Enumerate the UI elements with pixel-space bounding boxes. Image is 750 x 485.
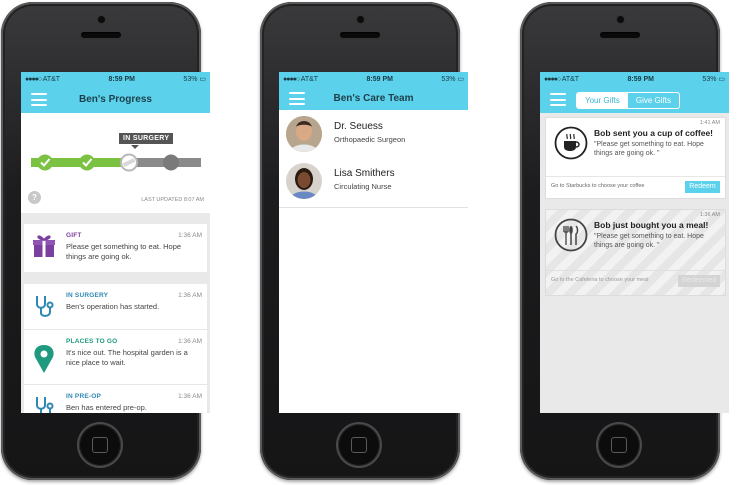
update-label: GIFT <box>66 232 82 239</box>
nurse-photo <box>286 163 322 199</box>
progress-step <box>163 154 179 171</box>
gift-message: "Please get something to eat. Hope thing… <box>594 233 704 249</box>
redeemed-button: Redeemed <box>678 275 720 287</box>
update-message: Ben's operation has started. <box>66 302 160 311</box>
battery-level: 53% ▭ <box>183 76 206 83</box>
front-camera <box>357 16 364 23</box>
gift-message: "Please get something to eat. Hope thing… <box>594 141 704 157</box>
update-message: Please get something to eat. Hope things… <box>66 242 182 261</box>
update-time: 1:36 AM <box>178 338 202 345</box>
phone-care-team: ●●●●○ AT&T 8:59 PM 53% ▭ Ben's Care Team… <box>260 2 468 480</box>
phone-gifts: ●●●●○ AT&T 8:59 PM 53% ▭ Your Gifts Give… <box>520 2 729 480</box>
gift-time: 1:41 AM <box>699 120 720 126</box>
last-updated: LAST UPDATED 8:07 AM <box>141 197 204 203</box>
home-button[interactable] <box>338 424 380 466</box>
help-icon[interactable]: ? <box>28 191 41 204</box>
front-camera <box>617 16 624 23</box>
update-label: IN PRE-OP <box>66 393 102 400</box>
status-bar: ●●●●○ AT&T 8:59 PM 53% ▭ <box>21 72 210 86</box>
member-name: Lisa Smithers <box>334 168 395 179</box>
team-member[interactable]: Dr. Seuess Orthopaedic Surgeon <box>279 110 468 161</box>
clock: 8:59 PM <box>627 75 654 83</box>
stage-label: IN SURGERY <box>119 133 174 144</box>
update-label: PLACES TO GO <box>66 338 118 345</box>
earpiece-speaker <box>600 32 640 38</box>
nav-bar: Your Gifts Give Gifts <box>540 86 729 113</box>
update-in-pre-op[interactable]: IN PRE-OP 1:36 AM Ben has entered pre-op… <box>24 385 207 413</box>
member-role: Circulating Nurse <box>334 182 392 191</box>
divider <box>546 176 725 177</box>
front-camera <box>98 16 105 23</box>
update-time: 1:36 AM <box>178 292 202 299</box>
member-role: Orthopaedic Surgeon <box>334 135 406 144</box>
avatar <box>286 163 322 199</box>
update-in-surgery[interactable]: IN SURGERY 1:36 AM Ben's operation has s… <box>24 284 207 330</box>
progress-screen: ●●●●○ AT&T 8:59 PM 53% ▭ Ben's Progress … <box>21 72 210 413</box>
carrier-signal: ●●●●○ AT&T <box>544 75 580 83</box>
utensils-icon <box>554 218 588 252</box>
gift-title: Bob just bought you a meal! <box>594 220 709 230</box>
map-pin-icon <box>34 345 54 373</box>
carrier-signal: ●●●●○ AT&T <box>283 75 319 83</box>
gift-footer: Go to the Cafeteria to choose your meal <box>551 277 649 283</box>
redeem-button[interactable]: Redeem <box>685 181 720 193</box>
coffee-cup-icon <box>554 126 588 160</box>
tab-give-gifts[interactable]: Give Gifts <box>628 93 679 108</box>
clock: 8:59 PM <box>108 75 135 83</box>
update-places-to-go[interactable]: PLACES TO GO 1:36 AM It's nice out. The … <box>24 330 207 385</box>
gift-icon <box>33 235 55 257</box>
status-bar: ●●●●○ AT&T 8:59 PM 53% ▭ <box>279 72 468 86</box>
gift-card-meal[interactable]: 1:36 AM Bob just bought you a meal! "Ple… <box>545 209 726 296</box>
progress-step <box>37 154 53 171</box>
gift-title: Bob sent you a cup of coffee! <box>594 128 714 138</box>
team-member[interactable]: Lisa Smithers Circulating Nurse <box>279 157 468 208</box>
divider <box>546 270 725 271</box>
progress-tracker <box>31 153 201 172</box>
gift-footer: Go to Starbucks to choose your coffee <box>551 183 645 189</box>
gift-tabs: Your Gifts Give Gifts <box>576 92 680 109</box>
gift-card-coffee[interactable]: 1:41 AM Bob sent you a cup of coffee! "P… <box>545 117 726 199</box>
update-message: Ben has entered pre-op. <box>66 403 147 412</box>
gifts-screen: ●●●●○ AT&T 8:59 PM 53% ▭ Your Gifts Give… <box>540 72 729 413</box>
page-title: Ben's Care Team <box>333 92 414 104</box>
battery-level: 53% ▭ <box>441 76 464 83</box>
menu-icon[interactable] <box>31 93 47 106</box>
nav-bar: Ben's Progress <box>21 86 210 113</box>
earpiece-speaker <box>340 32 380 38</box>
care-team-screen: ●●●●○ AT&T 8:59 PM 53% ▭ Ben's Care Team… <box>279 72 468 413</box>
progress-step <box>79 154 95 171</box>
clock: 8:59 PM <box>366 75 393 83</box>
nav-bar: Ben's Care Team <box>279 86 468 110</box>
phone-progress: ●●●●○ AT&T 8:59 PM 53% ▭ Ben's Progress … <box>1 2 210 480</box>
member-name: Dr. Seuess <box>334 121 383 132</box>
update-message: It's nice out. The hospital garden is a … <box>66 348 188 367</box>
stethoscope-icon <box>36 296 54 317</box>
menu-icon[interactable] <box>289 92 305 105</box>
update-time: 1:36 AM <box>178 232 202 239</box>
update-label: IN SURGERY <box>66 292 109 299</box>
home-button[interactable] <box>79 424 121 466</box>
avatar <box>286 116 322 152</box>
doctor-photo <box>286 116 322 152</box>
home-button[interactable] <box>598 424 640 466</box>
earpiece-speaker <box>81 32 121 38</box>
menu-icon[interactable] <box>550 93 566 106</box>
tab-your-gifts[interactable]: Your Gifts <box>577 93 628 108</box>
carrier-signal: ●●●●○ AT&T <box>25 75 61 83</box>
battery-level: 53% ▭ <box>702 76 725 83</box>
stethoscope-icon <box>36 397 54 413</box>
update-time: 1:36 AM <box>178 393 202 400</box>
progress-card: IN SURGERY ? LAST UPDATED 8:07 AM <box>21 113 210 213</box>
gift-time: 1:36 AM <box>699 212 720 218</box>
gift-update[interactable]: GIFT 1:36 AM Please get something to eat… <box>24 224 207 272</box>
page-title: Ben's Progress <box>79 94 152 105</box>
status-bar: ●●●●○ AT&T 8:59 PM 53% ▭ <box>540 72 729 86</box>
